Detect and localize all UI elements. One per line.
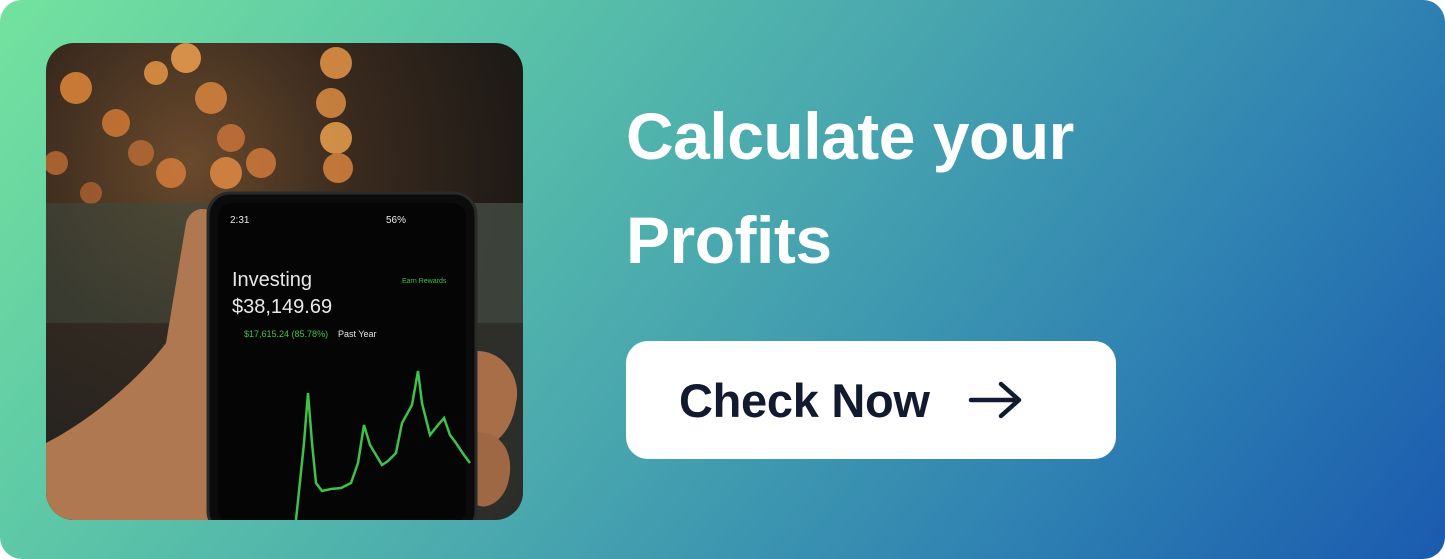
phone-battery: 56% [386, 215, 407, 226]
phone-change: $17,615.24 (85.78%) [244, 329, 329, 339]
phone-app-title: Investing [232, 269, 313, 291]
check-now-button[interactable]: Check Now [626, 341, 1116, 459]
phone-rewards: Earn Rewards [402, 278, 447, 285]
phone-balance: $38,149.69 [232, 296, 333, 318]
phone-period: Past Year [338, 329, 377, 339]
headline-line-2: Profits [626, 203, 832, 277]
headline: Calculate your Profits [626, 84, 1266, 292]
phone-time: 2:31 [230, 215, 250, 226]
headline-line-1: Calculate your [626, 99, 1074, 173]
check-now-label: Check Now [679, 373, 930, 427]
promo-banner: 2:31 56% Investing Earn Rewards $38,149.… [0, 0, 1445, 559]
phone-photo: 2:31 56% Investing Earn Rewards $38,149.… [46, 43, 523, 520]
arrow-right-icon [968, 380, 1024, 420]
